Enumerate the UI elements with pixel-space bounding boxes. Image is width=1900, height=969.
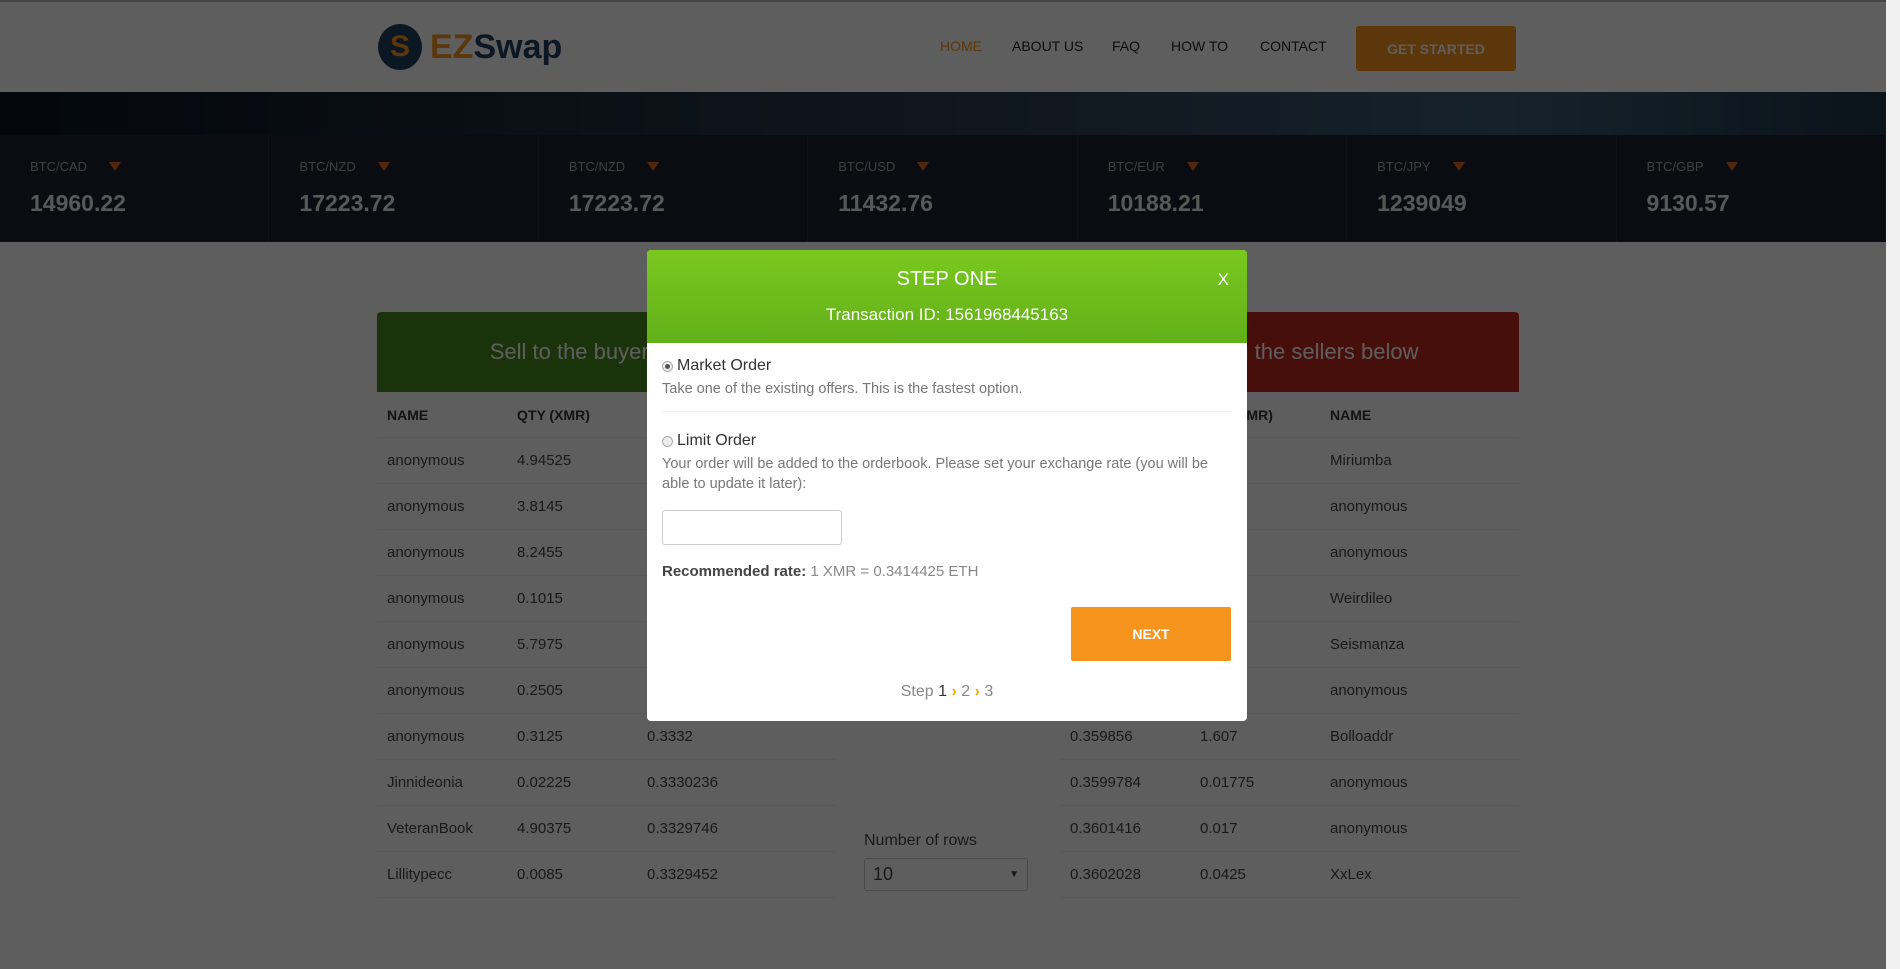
table-cell: anonymous xyxy=(387,590,465,607)
nav-contact[interactable]: CONTACT xyxy=(1260,38,1327,54)
table-cell: Bolloaddr xyxy=(1330,728,1394,745)
table-cell: XxLex xyxy=(1330,866,1372,883)
table-cell: 0.3125 xyxy=(517,728,563,745)
caret-down-icon: ▼ xyxy=(1009,869,1019,880)
table-cell: Miriumba xyxy=(1330,452,1392,469)
nav-faq[interactable]: FAQ xyxy=(1112,38,1140,54)
rows-selector: Number of rows 10 ▼ xyxy=(864,832,1028,891)
table-cell: VeteranBook xyxy=(387,820,473,837)
market-order-option[interactable]: Market Order Take one of the existing of… xyxy=(647,343,1247,399)
limit-order-option[interactable]: Limit Order Your order will be added to … xyxy=(647,412,1247,494)
exchange-rate-input[interactable] xyxy=(662,510,842,545)
table-cell: 0.359856 xyxy=(1070,728,1133,745)
transaction-id: Transaction ID: 1561968445163 xyxy=(825,305,1069,324)
column-header: NAME xyxy=(387,406,429,423)
table-cell: 0.017 xyxy=(1200,820,1238,837)
table-row[interactable]: VeteranBook 4.90375 0.3329746 xyxy=(377,806,836,852)
table-row[interactable]: Jinnideonia 0.02225 0.3330236 xyxy=(377,760,836,806)
table-cell: 0.2505 xyxy=(517,682,563,699)
table-cell: 0.3601416 xyxy=(1070,820,1141,837)
table-cell: anonymous xyxy=(387,636,465,653)
caret-down-icon xyxy=(917,162,930,171)
table-cell: 0.3330236 xyxy=(647,774,718,791)
table-cell: 0.3332 xyxy=(647,728,693,745)
ticker-item[interactable]: BTC/GBP 9130.57 xyxy=(1617,135,1886,242)
table-cell: Seismanza xyxy=(1330,636,1405,653)
modal-title: STEP ONE xyxy=(896,268,998,290)
chevron-right-icon: › xyxy=(951,683,957,700)
table-cell: 0.3599784 xyxy=(1070,774,1141,791)
column-header: NAME xyxy=(1330,406,1372,423)
scrollbar[interactable] xyxy=(1886,0,1900,969)
caret-down-icon xyxy=(647,162,660,171)
ticker-item[interactable]: BTC/NZD 17223.72 xyxy=(539,135,809,242)
table-cell: 1.607 xyxy=(1200,728,1238,745)
table-row[interactable]: 0.3602028 0.0425 XxLex xyxy=(1060,852,1519,898)
caret-down-icon xyxy=(1452,162,1465,171)
ticker-item[interactable]: BTC/EUR 10188.21 xyxy=(1078,135,1348,242)
logo-icon: S xyxy=(378,24,422,70)
get-started-button[interactable]: GET STARTED xyxy=(1356,26,1516,71)
next-button[interactable]: NEXT xyxy=(1071,607,1231,661)
table-cell: anonymous xyxy=(387,728,465,745)
ticker-item[interactable]: BTC/JPY 1239049 xyxy=(1347,135,1617,242)
table-cell: 5.7975 xyxy=(517,636,563,653)
table-cell: 4.90375 xyxy=(517,820,572,837)
table-cell: 0.1015 xyxy=(517,590,563,607)
nav-home[interactable]: HOME xyxy=(940,38,982,54)
table-cell: anonymous xyxy=(1330,498,1408,515)
table-cell: 0.3602028 xyxy=(1070,866,1141,883)
caret-down-icon xyxy=(109,162,122,171)
close-button[interactable]: X xyxy=(1218,270,1229,290)
rows-select[interactable]: 10 ▼ xyxy=(864,858,1028,891)
table-cell: 4.94525 xyxy=(517,452,572,469)
limit-order-radio[interactable] xyxy=(662,435,673,447)
table-cell: 0.01775 xyxy=(1200,774,1255,791)
ticker-item[interactable]: BTC/USD 11432.76 xyxy=(808,135,1078,242)
table-cell: anonymous xyxy=(387,498,465,515)
table-cell: anonymous xyxy=(1330,774,1408,791)
hero-banner xyxy=(0,92,1886,135)
table-cell: anonymous xyxy=(387,452,465,469)
table-cell: 0.02225 xyxy=(517,774,572,791)
market-order-radio[interactable] xyxy=(662,360,673,372)
table-cell: 0.0425 xyxy=(1200,866,1246,883)
caret-down-icon xyxy=(1186,162,1199,171)
table-row[interactable]: 0.3601416 0.017 anonymous xyxy=(1060,806,1519,852)
ticker-item[interactable]: BTC/CAD 14960.22 xyxy=(0,135,270,242)
table-cell: 3.8145 xyxy=(517,498,563,515)
step-one-modal: STEP ONE Transaction ID: 1561968445163 X… xyxy=(647,250,1247,721)
table-cell: anonymous xyxy=(1330,820,1408,837)
site-header: S EZSwap HOME ABOUT US FAQ HOW TO CONTAC… xyxy=(0,0,1886,92)
nav-how-to[interactable]: HOW TO xyxy=(1171,38,1228,54)
table-cell: Weirdileo xyxy=(1330,590,1393,607)
table-cell: anonymous xyxy=(387,544,465,561)
table-row[interactable]: Lillitypecc 0.0085 0.3329452 xyxy=(377,852,836,898)
recommended-rate: Recommended rate: 1 XMR = 0.3414425 ETH xyxy=(662,563,979,580)
caret-down-icon xyxy=(377,162,390,171)
chevron-right-icon: › xyxy=(974,683,980,700)
ticker-item[interactable]: BTC/NZD 17223.72 xyxy=(269,135,539,242)
nav-about-us[interactable]: ABOUT US xyxy=(1012,38,1083,54)
column-header: QTY (XMR) xyxy=(517,406,590,423)
rows-selector-label: Number of rows xyxy=(864,832,977,849)
table-cell: anonymous xyxy=(1330,544,1408,561)
table-cell: Lillitypecc xyxy=(387,866,453,883)
price-ticker: BTC/CAD 14960.22 BTC/NZD 17223.72 BTC/NZD 172… xyxy=(0,135,1886,242)
table-cell: 8.2455 xyxy=(517,544,563,561)
table-cell: 0.3329746 xyxy=(647,820,718,837)
logo[interactable]: S EZSwap xyxy=(378,24,562,70)
table-row[interactable]: 0.3599784 0.01775 anonymous xyxy=(1060,760,1519,806)
step-indicator: Step 1 › 2 › 3 xyxy=(900,683,994,700)
table-cell: 0.3329452 xyxy=(647,866,718,883)
table-cell: 0.0085 xyxy=(517,866,563,883)
caret-down-icon xyxy=(1725,162,1738,171)
table-cell: anonymous xyxy=(1330,682,1408,699)
table-cell: Jinnideonia xyxy=(387,774,463,791)
table-cell: anonymous xyxy=(387,682,465,699)
